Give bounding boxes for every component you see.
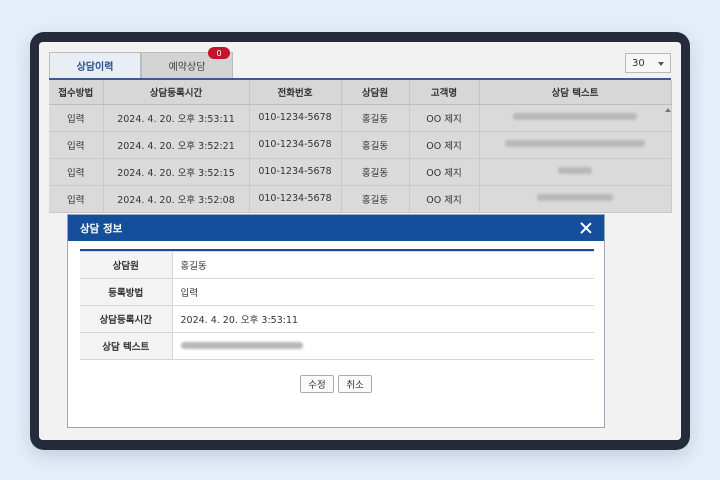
cell-time: 2024. 4. 20. 오후 3:53:11 (103, 104, 250, 132)
field-value: 2024. 4. 20. 오후 3:53:11 (171, 305, 594, 333)
cell-agent: 홍길동 (341, 104, 410, 132)
reservation-count-badge: 0 (208, 47, 230, 59)
dialog-buttons: 수정 취소 (68, 375, 604, 393)
cell-agent: 홍길동 (341, 185, 410, 213)
dialog-title: 상담 정보 (80, 222, 123, 235)
tab-consultation-history[interactable]: 상담이력 (49, 52, 141, 78)
cell-text-redacted (479, 185, 672, 213)
grid-header-row: 접수방법 상담등록시간 전화번호 상담원 고객명 상담 텍스트 (49, 80, 672, 105)
cell-phone: 010-1234-5678 (249, 131, 342, 159)
cell-customer: OO 제지 (409, 158, 480, 186)
info-row: 상담 텍스트 (80, 332, 594, 360)
table-row[interactable]: 입력 2024. 4. 20. 오후 3:52:21 010-1234-5678… (49, 131, 672, 159)
consultation-info-dialog: 상담 정보 상담원 홍길동 등록방법 입력 상담등록시간 2024. 4. 20… (67, 214, 605, 428)
info-row: 등록방법 입력 (80, 278, 594, 306)
cancel-button[interactable]: 취소 (338, 375, 372, 393)
column-header[interactable]: 상담등록시간 (103, 80, 250, 105)
dialog-titlebar: 상담 정보 (68, 215, 604, 241)
table-row[interactable]: 입력 2024. 4. 20. 오후 3:52:15 010-1234-5678… (49, 158, 672, 186)
field-label: 상담원 (80, 251, 173, 279)
field-label: 등록방법 (80, 278, 173, 306)
tab-label: 예약상담 (168, 62, 206, 73)
column-header[interactable]: 상담 텍스트 (479, 80, 672, 105)
column-header[interactable]: 전화번호 (249, 80, 342, 105)
info-table: 상담원 홍길동 등록방법 입력 상담등록시간 2024. 4. 20. 오후 3… (80, 249, 594, 360)
table-row[interactable]: 입력 2024. 4. 20. 오후 3:52:08 010-1234-5678… (49, 185, 672, 213)
cell-text-redacted (479, 104, 672, 132)
redacted-text (513, 113, 637, 120)
cell-method: 입력 (49, 131, 104, 159)
redacted-text (180, 341, 303, 349)
tab-bar: 상담이력 예약상담 0 (49, 47, 233, 78)
scroll-up-icon[interactable] (665, 108, 671, 112)
tab-label: 상담이력 (76, 62, 114, 73)
field-value: 홍길동 (171, 251, 594, 279)
redacted-text (505, 140, 645, 147)
cell-time: 2024. 4. 20. 오후 3:52:21 (103, 131, 250, 159)
cell-method: 입력 (49, 158, 104, 186)
cell-method: 입력 (49, 104, 104, 132)
close-icon[interactable] (580, 222, 592, 234)
cell-customer: OO 제지 (409, 185, 480, 213)
cell-phone: 010-1234-5678 (249, 185, 342, 213)
table-row[interactable]: 입력 2024. 4. 20. 오후 3:53:11 010-1234-5678… (49, 104, 672, 132)
consultation-grid: 접수방법 상담등록시간 전화번호 상담원 고객명 상담 텍스트 입력 2024.… (49, 80, 672, 213)
cell-agent: 홍길동 (341, 158, 410, 186)
cell-time: 2024. 4. 20. 오후 3:52:15 (103, 158, 250, 186)
cell-phone: 010-1234-5678 (249, 158, 342, 186)
field-label: 상담등록시간 (80, 305, 173, 333)
redacted-text (537, 194, 613, 201)
chevron-down-icon (658, 62, 664, 66)
field-value-redacted (171, 332, 594, 360)
cell-text-redacted (479, 158, 672, 186)
cell-agent: 홍길동 (341, 131, 410, 159)
cell-customer: OO 제지 (409, 104, 480, 132)
tab-reservation-consultation[interactable]: 예약상담 0 (141, 47, 233, 78)
page-size-select[interactable]: 30 (625, 53, 671, 73)
cell-customer: OO 제지 (409, 131, 480, 159)
cell-phone: 010-1234-5678 (249, 104, 342, 132)
field-label: 상담 텍스트 (80, 332, 173, 360)
info-row: 상담원 홍길동 (80, 251, 594, 279)
consultation-panel: 상담이력 예약상담 0 30 접수방법 상담등록시간 전화번호 상담원 고객명 … (39, 42, 681, 440)
field-value: 입력 (171, 278, 594, 306)
column-header[interactable]: 고객명 (409, 80, 480, 105)
redacted-text (558, 167, 592, 174)
column-header[interactable]: 접수방법 (49, 80, 104, 105)
edit-button[interactable]: 수정 (300, 375, 334, 393)
cell-text-redacted (479, 131, 672, 159)
column-header[interactable]: 상담원 (341, 80, 410, 105)
cell-time: 2024. 4. 20. 오후 3:52:08 (103, 185, 250, 213)
info-row: 상담등록시간 2024. 4. 20. 오후 3:53:11 (80, 305, 594, 333)
cell-method: 입력 (49, 185, 104, 213)
page-size-value: 30 (632, 57, 645, 69)
app-screen: 상담이력 예약상담 0 30 접수방법 상담등록시간 전화번호 상담원 고객명 … (39, 42, 681, 440)
